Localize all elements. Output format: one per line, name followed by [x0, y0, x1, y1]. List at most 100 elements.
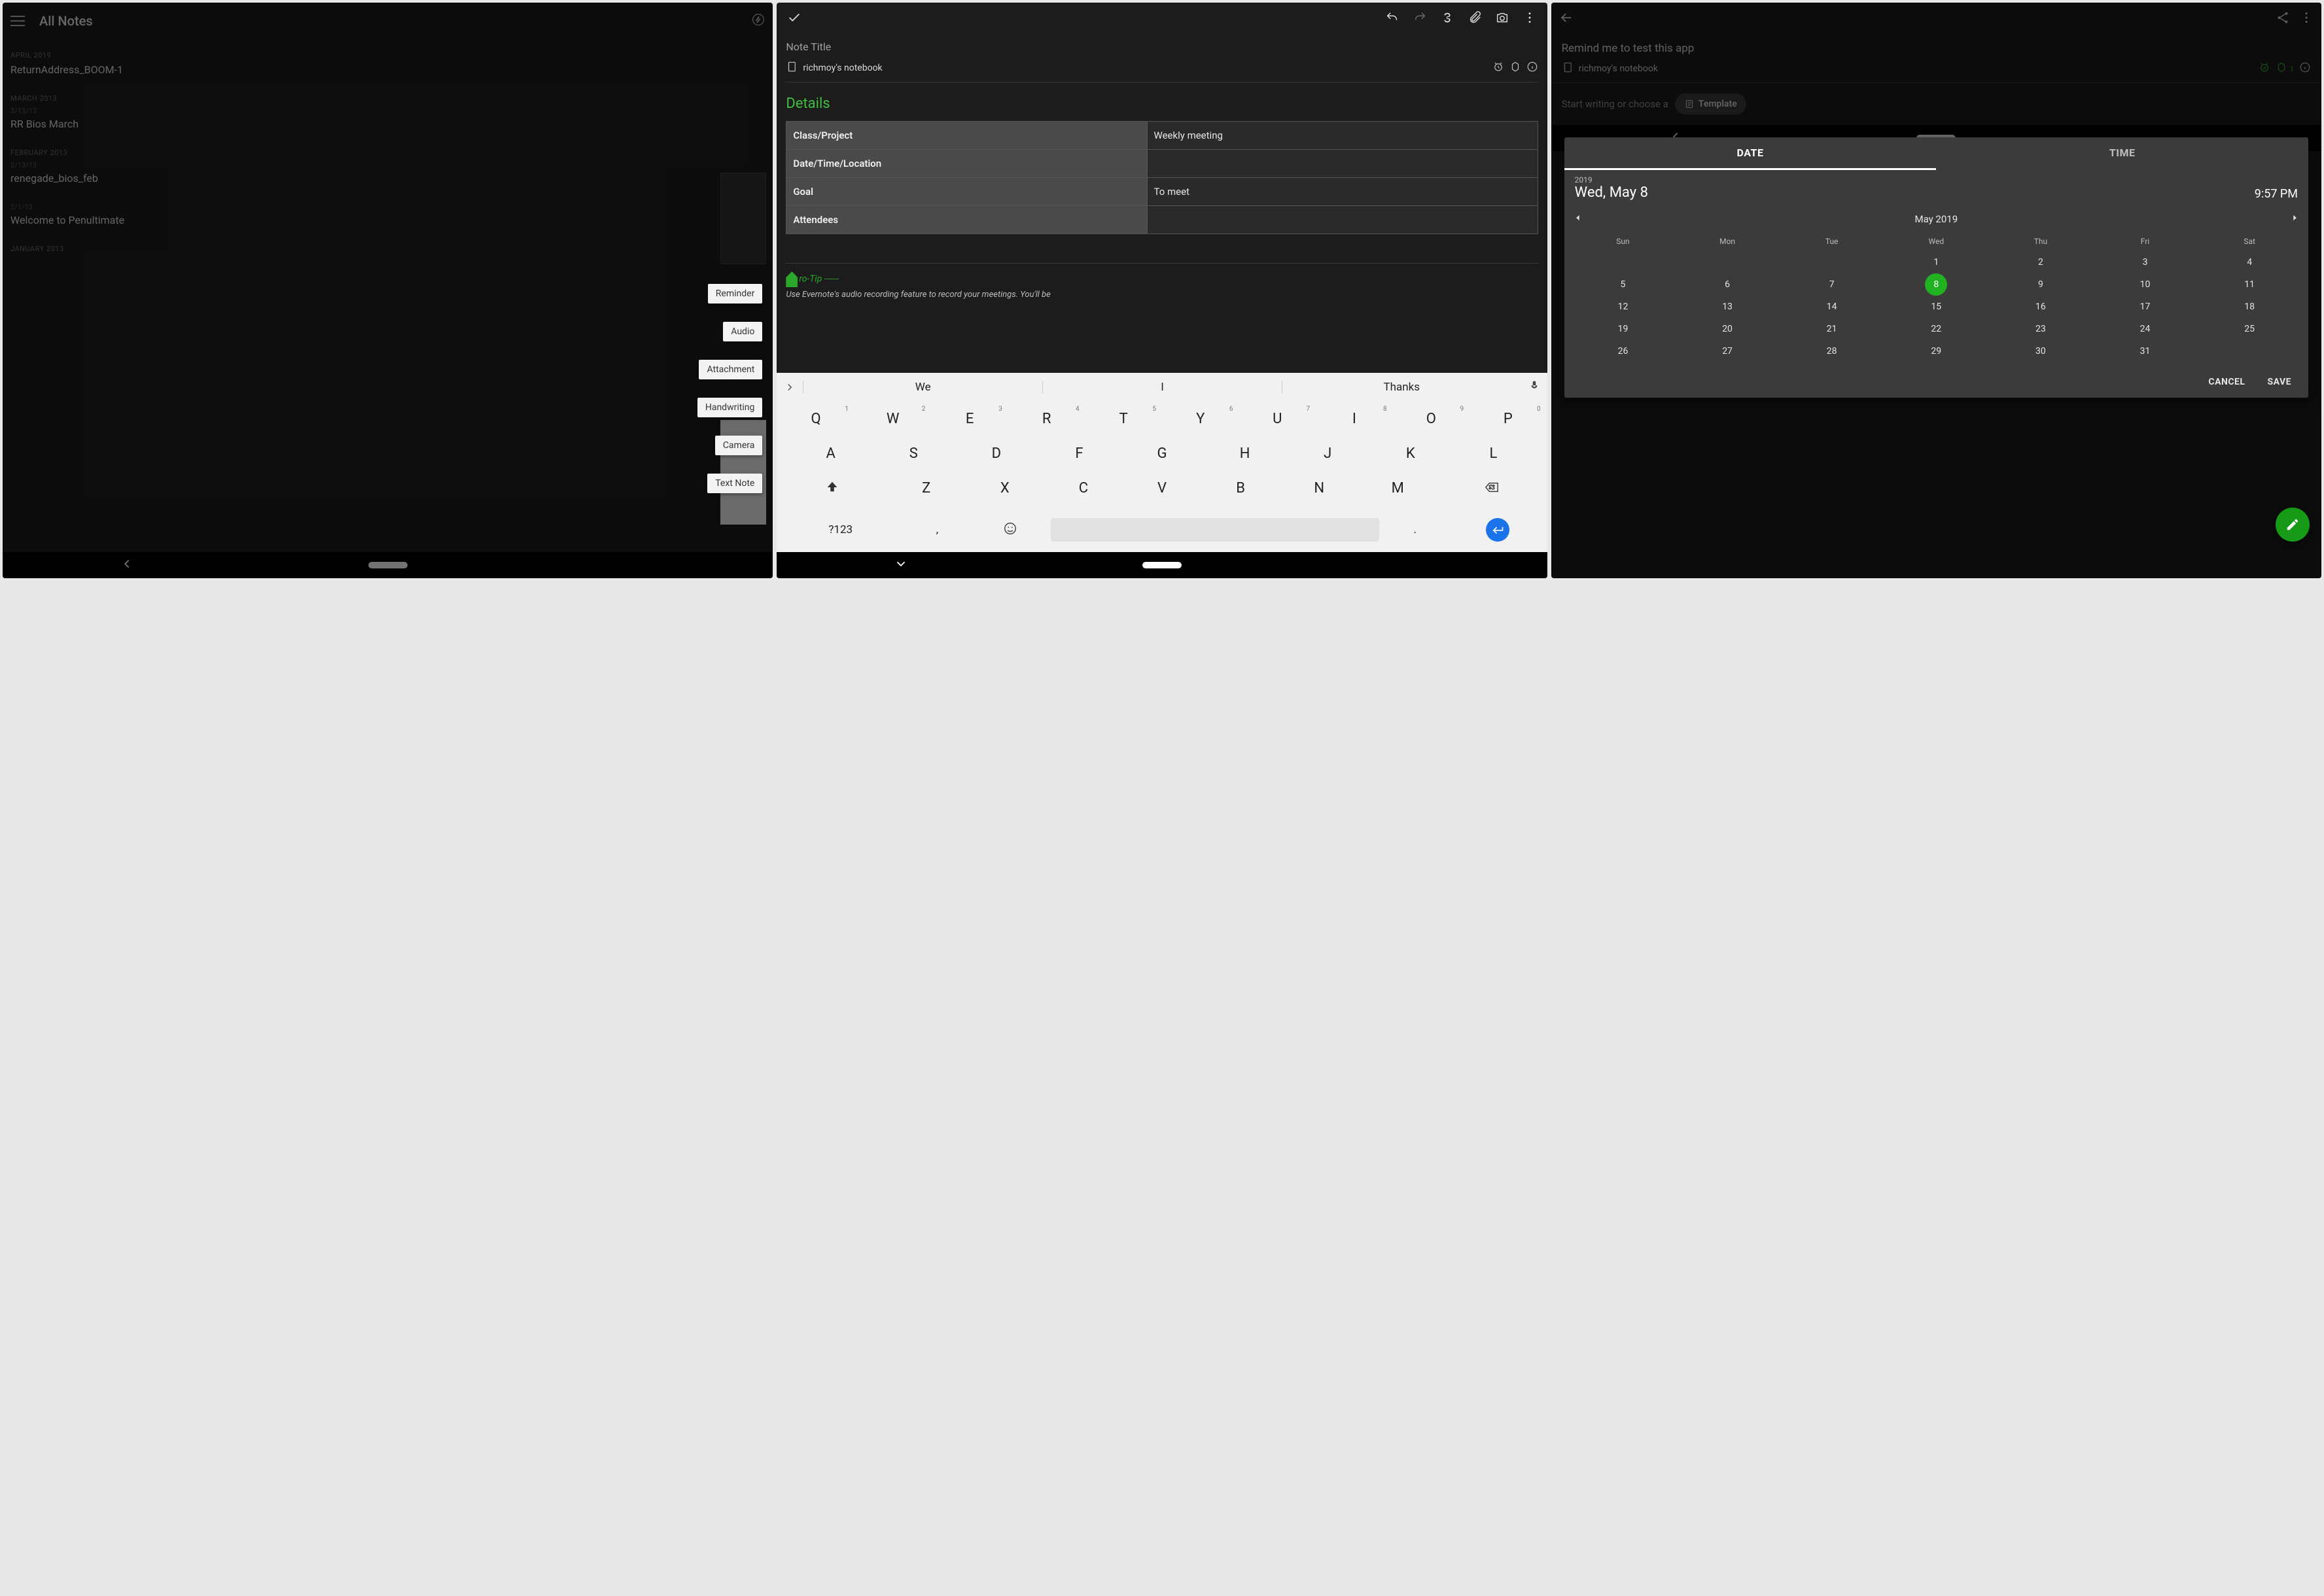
suggestion[interactable]: I: [1042, 381, 1282, 394]
note-item[interactable]: RR Bios March: [10, 118, 765, 130]
fab-menu-item[interactable]: Audio: [723, 322, 762, 341]
edit-fab[interactable]: [2276, 508, 2310, 542]
key[interactable]: I8: [1316, 404, 1392, 434]
key[interactable]: W2: [855, 404, 931, 434]
calendar-day[interactable]: 8: [1925, 273, 1947, 296]
tag-icon[interactable]: [1509, 61, 1521, 75]
calendar-day[interactable]: 9: [2030, 273, 2052, 296]
key[interactable]: X: [966, 474, 1044, 505]
attachment-icon[interactable]: [1464, 7, 1486, 31]
backspace-key[interactable]: [1437, 474, 1545, 505]
enter-key[interactable]: [1451, 512, 1545, 548]
calendar-day[interactable]: 12: [1611, 296, 1634, 318]
calendar-day[interactable]: 24: [2134, 318, 2157, 340]
calendar-day[interactable]: 10: [2134, 273, 2157, 296]
prev-month-icon[interactable]: [1574, 213, 1583, 225]
key[interactable]: V: [1123, 474, 1201, 505]
emoji-key[interactable]: [973, 515, 1048, 546]
next-month-icon[interactable]: [2290, 213, 2299, 225]
calendar-day[interactable]: 28: [1821, 340, 1843, 362]
expand-suggestions-icon[interactable]: [777, 381, 803, 393]
nav-back-icon[interactable]: [120, 557, 134, 574]
done-icon[interactable]: [783, 7, 805, 31]
key[interactable]: M: [1359, 474, 1436, 505]
mic-icon[interactable]: [1521, 380, 1547, 394]
table-row-label[interactable]: Date/Time/Location: [786, 150, 1147, 178]
key[interactable]: Y6: [1163, 404, 1239, 434]
editor-body[interactable]: Note Title richmoy's notebook Details Cl…: [777, 35, 1547, 373]
table-row-label[interactable]: Class/Project: [786, 122, 1147, 150]
key[interactable]: H: [1204, 439, 1286, 468]
calendar-day[interactable]: 25: [2238, 318, 2261, 340]
note-title-input[interactable]: Note Title: [786, 41, 1538, 53]
cancel-button[interactable]: CANCEL: [2208, 377, 2245, 387]
key[interactable]: L: [1452, 439, 1534, 468]
key[interactable]: R4: [1009, 404, 1085, 434]
reminder-icon[interactable]: [1492, 61, 1504, 75]
nav-home-icon[interactable]: [368, 562, 408, 568]
calendar-day[interactable]: 15: [1925, 296, 1947, 318]
suggestion[interactable]: We: [803, 381, 1042, 394]
calendar-day[interactable]: 7: [1821, 273, 1843, 296]
fab-menu-item[interactable]: Text Note: [707, 474, 762, 493]
table-row-label[interactable]: Attendees: [786, 206, 1147, 234]
key[interactable]: B: [1202, 474, 1279, 505]
info-icon[interactable]: [1526, 61, 1538, 75]
key[interactable]: U7: [1240, 404, 1316, 434]
shift-key[interactable]: [778, 474, 886, 505]
calendar-day[interactable]: 1: [1925, 251, 1947, 273]
fab-menu-item[interactable]: Reminder: [708, 284, 763, 304]
calendar-day[interactable]: 2: [2030, 251, 2052, 273]
tab-time[interactable]: TIME: [1936, 137, 2308, 170]
key[interactable]: S: [873, 439, 955, 468]
calendar-day[interactable]: 23: [2030, 318, 2052, 340]
key[interactable]: Z: [888, 474, 965, 505]
period-key[interactable]: .: [1382, 517, 1448, 543]
table-row-value[interactable]: [1147, 150, 1538, 178]
calendar-day[interactable]: 22: [1925, 318, 1947, 340]
menu-icon[interactable]: [10, 16, 25, 26]
key[interactable]: E3: [932, 404, 1008, 434]
picker-year[interactable]: 2019: [1575, 175, 1648, 184]
key[interactable]: T5: [1085, 404, 1161, 434]
comma-key[interactable]: ,: [904, 517, 970, 543]
table-row-value[interactable]: Weekly meeting: [1147, 122, 1538, 150]
table-row-value[interactable]: To meet: [1147, 178, 1538, 206]
note-item[interactable]: ReturnAddress_BOOM-1: [10, 63, 765, 76]
key[interactable]: D: [956, 439, 1038, 468]
calendar-day[interactable]: 31: [2134, 340, 2157, 362]
calendar-day[interactable]: 16: [2030, 296, 2052, 318]
save-button[interactable]: SAVE: [2267, 377, 2291, 387]
calendar-day[interactable]: 27: [1716, 340, 1738, 362]
calendar-day[interactable]: 13: [1716, 296, 1738, 318]
calendar-day[interactable]: 20: [1716, 318, 1738, 340]
key[interactable]: J: [1287, 439, 1369, 468]
calendar-day[interactable]: 11: [2238, 273, 2261, 296]
key[interactable]: K: [1369, 439, 1451, 468]
key[interactable]: O9: [1394, 404, 1470, 434]
fab-menu-item[interactable]: Camera: [715, 436, 763, 455]
undo-icon[interactable]: [1381, 7, 1403, 31]
calendar-day[interactable]: 21: [1821, 318, 1843, 340]
key[interactable]: A: [790, 439, 872, 468]
calendar-day[interactable]: 26: [1611, 340, 1634, 362]
calendar-day[interactable]: 14: [1821, 296, 1843, 318]
calendar-day[interactable]: 17: [2134, 296, 2157, 318]
tab-date[interactable]: DATE: [1564, 137, 1937, 170]
calendar-day[interactable]: 4: [2238, 251, 2261, 273]
key[interactable]: Q1: [778, 404, 854, 434]
camera-icon[interactable]: [1491, 7, 1513, 31]
note-item[interactable]: renegade_bios_feb: [10, 172, 765, 184]
text-format-icon[interactable]: [1436, 7, 1458, 31]
table-row-value[interactable]: [1147, 206, 1538, 234]
fab-menu-item[interactable]: Handwriting: [697, 398, 762, 417]
space-key[interactable]: [1051, 518, 1380, 542]
note-item[interactable]: Welcome to Penultimate: [10, 214, 765, 226]
key[interactable]: G: [1121, 439, 1203, 468]
calendar-day[interactable]: 29: [1925, 340, 1947, 362]
key[interactable]: F: [1038, 439, 1120, 468]
fab-menu-item[interactable]: Attachment: [699, 360, 762, 379]
calendar-day[interactable]: 6: [1716, 273, 1738, 296]
nav-home-icon[interactable]: [1142, 562, 1182, 568]
details-table[interactable]: Class/ProjectWeekly meetingDate/Time/Loc…: [786, 121, 1538, 234]
